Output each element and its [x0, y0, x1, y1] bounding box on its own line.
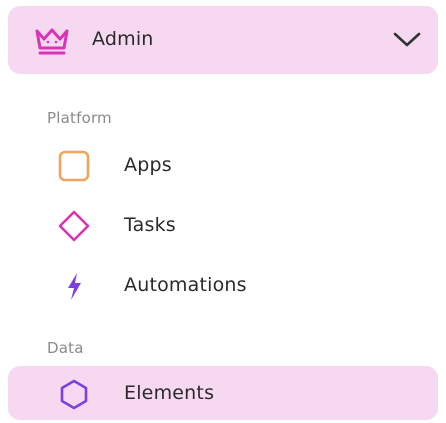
sidebar-item-label: Apps	[124, 154, 172, 176]
section-label-platform: Platform	[47, 109, 112, 127]
lightning-icon	[56, 270, 94, 302]
admin-label: Admin	[92, 28, 154, 50]
sidebar-item-automations[interactable]: Automations	[8, 258, 438, 312]
admin-section-toggle[interactable]: Admin	[8, 6, 438, 74]
sidebar-item-label: Tasks	[124, 214, 176, 236]
sidebar-item-label: Automations	[124, 274, 247, 296]
sidebar: Admin Platform Apps Tasks Automations Da…	[0, 0, 446, 423]
hexagon-icon	[56, 378, 94, 410]
crown-icon	[32, 26, 72, 56]
square-icon	[56, 150, 94, 182]
chevron-down-icon[interactable]	[392, 30, 422, 50]
sidebar-item-tasks[interactable]: Tasks	[8, 198, 438, 252]
sidebar-item-elements[interactable]: Elements	[8, 366, 438, 420]
section-label-data: Data	[47, 339, 84, 357]
sidebar-item-label: Elements	[124, 382, 215, 404]
diamond-icon	[56, 210, 94, 242]
sidebar-item-apps[interactable]: Apps	[8, 138, 438, 192]
